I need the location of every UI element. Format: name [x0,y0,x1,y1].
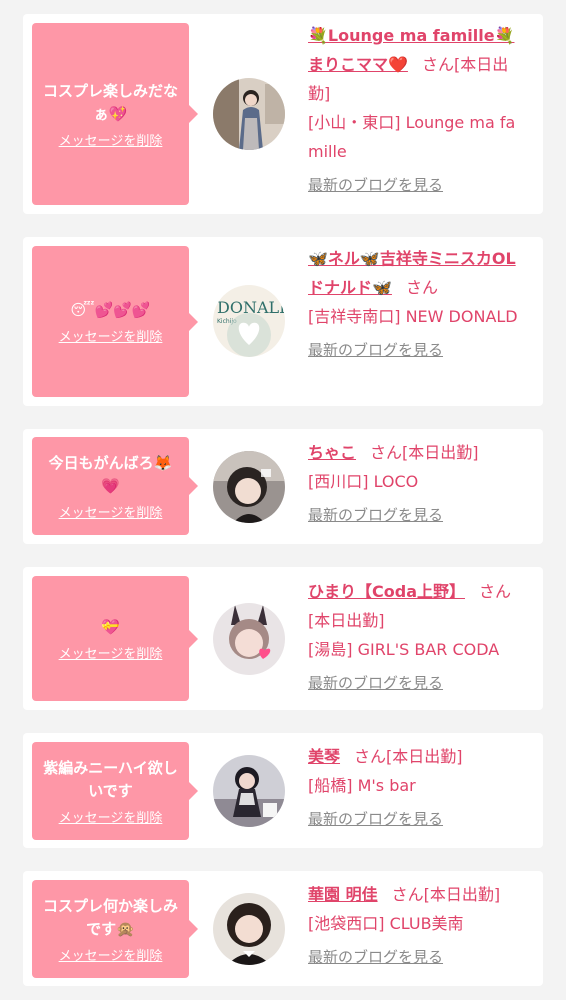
message-card: コスプレ何か楽しみです🙊 メッセージを削除 華園 明佳 さん[本日出勤] [池袋西… [23,871,543,986]
message-bubble: 😴💕💕💕 メッセージを削除 [32,246,198,397]
avatar[interactable] [213,893,285,965]
delete-message-link[interactable]: メッセージを削除 [59,945,163,964]
status-text: [本日出勤] [423,885,501,904]
cast-info: 🦋ネル🦋吉祥寺ミニスカOLドナルド🦋 さん [吉祥寺南口] NEW DONALD … [308,244,530,365]
delete-message-link[interactable]: メッセージを削除 [59,807,163,826]
message-bubble: 💝 メッセージを削除 [32,576,198,701]
message-card: コスプレ楽しみだなぁ💖 メッセージを削除 💐Lounge ma famille💐… [23,14,543,214]
delete-message-link[interactable]: メッセージを削除 [59,326,163,345]
message-text: 今日もがんばろ🦊💗 [48,453,173,495]
message-card: 今日もがんばろ🦊💗 メッセージを削除 ちゃこ さん[本日出勤] [西川口] LOC… [23,429,543,544]
message-text: 紫編みニーハイ欲しいです [43,758,178,800]
message-bubble: コスプレ何か楽しみです🙊 メッセージを削除 [32,880,198,978]
status-text: [本日出勤] [386,747,463,766]
shop-location: [湯島] GIRL'S BAR CODA [308,640,500,659]
cast-photo-icon [213,755,285,827]
cast-photo-icon [213,451,285,523]
honorific: さん [391,885,424,904]
avatar[interactable] [213,451,285,523]
delete-message-link[interactable]: メッセージを削除 [59,643,163,662]
cast-name-link[interactable]: ちゃこ [308,443,356,462]
message-bubble: 紫編みニーハイ欲しいです メッセージを削除 [32,742,198,840]
latest-blog-link[interactable]: 最新のブログを見る [308,805,443,834]
shop-location: [吉祥寺南口] NEW DONALD [308,307,518,326]
cast-photo-icon [213,893,285,965]
avatar[interactable] [213,78,285,150]
shop-location: [西川口] LOCO [308,472,419,491]
cast-photo-icon [213,78,285,150]
status-text: [本日出勤] [308,611,385,630]
latest-blog-link[interactable]: 最新のブログを見る [308,501,443,530]
honorific: さん [354,747,387,766]
delete-message-link[interactable]: メッセージを削除 [59,502,163,521]
message-bubble: コスプレ楽しみだなぁ💖 メッセージを削除 [32,23,198,205]
honorific: さん [405,278,438,297]
message-card: 紫編みニーハイ欲しいです メッセージを削除 美琴 さん[本日出勤] [船橋] M'… [23,733,543,848]
cast-info: 美琴 さん[本日出勤] [船橋] M's bar 最新のブログを見る [308,742,530,834]
cast-name-link[interactable]: ひまり【Coda上野】 [308,582,465,601]
cast-photo-icon [213,603,285,675]
cast-name-link[interactable]: 華園 明佳 [308,885,378,904]
cast-photo-icon: DONALL Kichijo [213,285,285,357]
cast-info: ちゃこ さん[本日出勤] [西川口] LOCO 最新のブログを見る [308,438,530,530]
shop-location: [池袋西口] CLUB美南 [308,914,464,933]
status-text: [本日出勤] [402,443,479,462]
cast-info: ひまり【Coda上野】 さん [本日出勤] [湯島] GIRL'S BAR CODA… [308,577,530,698]
shop-location: [船橋] M's bar [308,776,416,795]
cast-name-link[interactable]: 美琴 [308,747,340,766]
cast-info: 華園 明佳 さん[本日出勤] [池袋西口] CLUB美南 最新のブログを見る [308,880,530,972]
message-text: 💝 [101,617,120,636]
honorific: さん [421,55,454,74]
delete-message-link[interactable]: メッセージを削除 [59,130,163,149]
shop-location: [小山・東口] Lounge ma famille [308,113,516,161]
honorific: さん [370,443,403,462]
message-card: 😴💕💕💕 メッセージを削除 DONALL Kichijo 🦋ネル🦋吉祥寺ミニスカ… [23,237,543,406]
cast-info: 💐Lounge ma famille💐まりこママ❤️ さん[本日出勤] [小山・東… [308,21,530,200]
latest-blog-link[interactable]: 最新のブログを見る [308,336,443,365]
latest-blog-link[interactable]: 最新のブログを見る [308,943,443,972]
message-text: 😴💕💕💕 [70,300,151,319]
latest-blog-link[interactable]: 最新のブログを見る [308,669,443,698]
avatar[interactable]: DONALL Kichijo [213,285,285,357]
honorific: さん [479,582,512,601]
message-text: コスプレ楽しみだなぁ💖 [42,81,178,123]
latest-blog-link[interactable]: 最新のブログを見る [308,171,443,200]
avatar[interactable] [213,603,285,675]
message-text: コスプレ何か楽しみです🙊 [42,896,178,938]
avatar[interactable] [213,755,285,827]
message-card: 💝 メッセージを削除 ひまり【Coda上野】 さん [本日出勤] [湯島] GIRL… [23,567,543,710]
message-bubble: 今日もがんばろ🦊💗 メッセージを削除 [32,437,198,535]
